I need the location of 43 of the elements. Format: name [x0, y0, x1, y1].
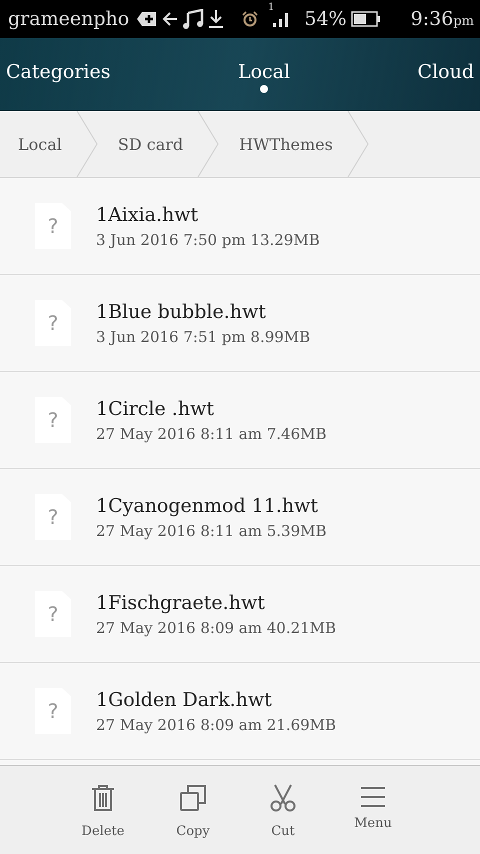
signal-icon	[272, 10, 290, 28]
breadcrumb-item[interactable]: Local	[0, 111, 76, 177]
action-button[interactable]: Menu	[338, 766, 408, 854]
unknown-file-icon: ?	[35, 300, 71, 346]
file-details: 27 May 2016 8:11 am 7.46MB	[96, 424, 327, 442]
file-name: 1Golden Dark.hwt	[96, 688, 273, 710]
file-name: 1Fischgraete.hwt	[96, 592, 266, 614]
sim-number: 1	[268, 2, 274, 13]
file-name: 1Aixia.hwt	[96, 204, 200, 226]
unknown-file-icon: ?	[35, 203, 71, 249]
tab[interactable]: Local	[232, 53, 296, 95]
file-details: 27 May 2016 8:09 am 21.69MB	[96, 716, 336, 734]
music-note-icon	[182, 9, 204, 29]
file-name: 1Circle .hwt	[96, 398, 215, 420]
file-details: 3 Jun 2016 7:51 pm 8.99MB	[96, 328, 310, 346]
file-name: 1Blue bubble.hwt	[96, 300, 267, 322]
unknown-file-icon: ?	[35, 688, 71, 734]
trash-icon	[90, 784, 116, 812]
unknown-file-icon: ?	[35, 397, 71, 443]
breadcrumb-item[interactable]: HWThemes	[219, 111, 347, 177]
unknown-file-icon: ?	[35, 494, 71, 540]
tab[interactable]: Categories	[0, 53, 116, 95]
carrier-name: grameenpho	[8, 8, 130, 30]
unknown-file-icon: ?	[35, 591, 71, 637]
download-icon	[208, 9, 224, 29]
action-button[interactable]: Delete	[68, 766, 138, 854]
scissors-icon	[269, 784, 297, 812]
copy-icon	[179, 784, 207, 812]
alarm-clock-icon	[242, 11, 258, 27]
battery-percent: 54%	[304, 8, 347, 30]
file-details: 27 May 2016 8:11 am 5.39MB	[96, 522, 327, 540]
battery-icon	[350, 11, 381, 27]
file-details: 3 Jun 2016 7:50 pm 13.29MB	[96, 230, 320, 248]
add-notification-icon	[136, 10, 158, 28]
clock: 9:36pm	[410, 8, 474, 30]
action-button[interactable]: Cut	[248, 766, 318, 854]
file-details: 27 May 2016 8:09 am 40.21MB	[96, 618, 336, 636]
file-name: 1Cyanogenmod 11.hwt	[96, 494, 320, 516]
menu-icon	[360, 786, 386, 808]
back-arrow-icon	[162, 11, 178, 27]
breadcrumb-item[interactable]: SD card	[98, 111, 198, 177]
action-button[interactable]: Copy	[158, 766, 228, 854]
tab[interactable]: Cloud	[412, 53, 480, 95]
